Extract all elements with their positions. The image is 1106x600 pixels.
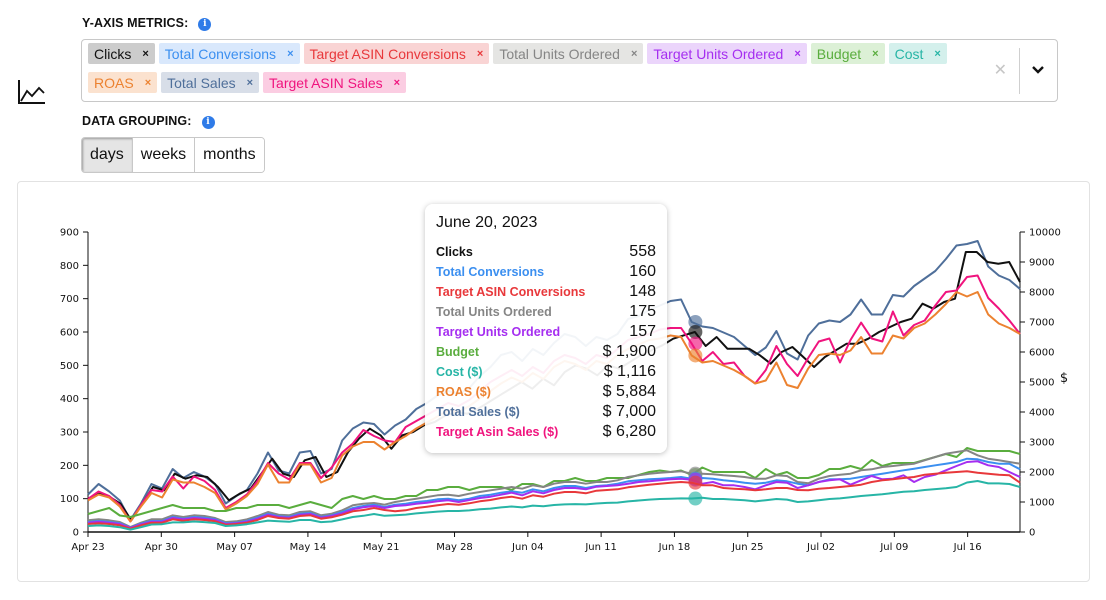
y-tick-label-left: 0 xyxy=(73,528,79,539)
tooltip-row: Target Asin Sales ($) $ 6,280 xyxy=(436,422,656,442)
y-tick-label-left: 700 xyxy=(60,294,79,305)
y-tick-label-left: 500 xyxy=(60,361,79,372)
tooltip-row-label: Total Conversions xyxy=(436,265,545,279)
x-tick-label: Apr 23 xyxy=(71,542,104,553)
tooltip-row-value: $ 5,884 xyxy=(602,383,656,400)
y-tick-label-right: 2000 xyxy=(1029,468,1054,479)
tooltip-row-label: Target ASIN Conversions xyxy=(436,285,586,299)
tooltip-row-label: Target Asin Sales ($) xyxy=(436,425,559,439)
tooltip-row-label: Total Units Ordered xyxy=(436,305,552,319)
x-tick-label: May 21 xyxy=(363,542,400,553)
tooltip-row: Total Conversions 160 xyxy=(436,262,656,282)
tooltip-row: ROAS ($) $ 5,884 xyxy=(436,382,656,402)
y-tick-label-left: 900 xyxy=(60,228,79,239)
y-tick-label-right: 5000 xyxy=(1029,378,1054,389)
tooltip-row: Target Units Ordered 157 xyxy=(436,322,656,342)
y-tick-label-left: 200 xyxy=(60,461,79,472)
x-tick-label: Jun 11 xyxy=(584,542,617,553)
x-tick-label: Apr 30 xyxy=(145,542,178,553)
tooltip-row-value: $ 6,280 xyxy=(602,423,656,440)
chart-tooltip: June 20, 2023 Clicks 558 Total Conversions… xyxy=(425,204,667,453)
y-tick-label-left: 300 xyxy=(60,428,79,439)
tooltip-row-value: 148 xyxy=(629,283,656,300)
y-tick-label-right: 3000 xyxy=(1029,438,1054,449)
tooltip-row: Budget $ 1,900 xyxy=(436,342,656,362)
x-tick-label: May 07 xyxy=(216,542,253,553)
tooltip-row: Cost ($) $ 1,116 xyxy=(436,362,656,382)
tooltip-row-label: Budget xyxy=(436,345,480,359)
tooltip-date: June 20, 2023 xyxy=(436,214,538,231)
x-tick-label: May 14 xyxy=(290,542,327,553)
x-tick-label: Jun 18 xyxy=(658,542,691,553)
y-tick-label-right: 10000 xyxy=(1029,228,1061,239)
tooltip-row: Target ASIN Conversions 148 xyxy=(436,282,656,302)
tooltip-row: Total Units Ordered 175 xyxy=(436,302,656,322)
tooltip-row-value: 175 xyxy=(629,303,656,320)
y-tick-label-left: 400 xyxy=(60,394,79,405)
y-tick-label-left: 600 xyxy=(60,328,79,339)
highlight-point-roas xyxy=(688,348,703,363)
tooltip-row: Clicks 558 xyxy=(436,242,656,262)
x-tick-label: Jul 02 xyxy=(806,542,835,553)
tooltip-row-value: 160 xyxy=(629,263,656,280)
tooltip-row-value: 157 xyxy=(629,323,656,340)
y-tick-label-right: 1000 xyxy=(1029,498,1054,509)
x-tick-label: Jun 25 xyxy=(731,542,764,553)
x-tick-label: Jul 09 xyxy=(879,542,908,553)
tooltip-rows: Clicks 558 Total Conversions 160 Target ASIN… xyxy=(436,242,656,442)
tooltip-row-label: Cost ($) xyxy=(436,365,483,379)
tooltip-row-value: $ 1,900 xyxy=(602,343,656,360)
x-tick-label: May 28 xyxy=(436,542,473,553)
y-tick-label-right: 6000 xyxy=(1029,348,1054,359)
y-tick-label-right: 7000 xyxy=(1029,318,1054,329)
y-axis-right-label: $ xyxy=(1060,371,1068,386)
tooltip-row-value: $ 7,000 xyxy=(602,403,656,420)
x-tick-label: Jun 04 xyxy=(511,542,544,553)
highlight-point-cost xyxy=(688,491,703,506)
y-tick-label-right: 8000 xyxy=(1029,288,1054,299)
tooltip-row-label: Target Units Ordered xyxy=(436,325,561,339)
highlight-point-target-asin-conversions xyxy=(688,475,703,490)
y-tick-label-right: 0 xyxy=(1029,528,1035,539)
y-tick-label-right: 9000 xyxy=(1029,258,1054,269)
tooltip-row-value: $ 1,116 xyxy=(603,363,656,380)
y-tick-label-left: 800 xyxy=(60,261,79,272)
x-tick-label: Jul 16 xyxy=(953,542,982,553)
tooltip-row-label: ROAS ($) xyxy=(436,385,491,399)
y-tick-label-left: 100 xyxy=(60,494,79,505)
tooltip-row: Total Sales ($) $ 7,000 xyxy=(436,402,656,422)
tooltip-row-value: 558 xyxy=(629,243,656,260)
tooltip-row-label: Clicks xyxy=(436,245,473,259)
y-tick-label-right: 4000 xyxy=(1029,408,1054,419)
tooltip-row-label: Total Sales ($) xyxy=(436,405,520,419)
